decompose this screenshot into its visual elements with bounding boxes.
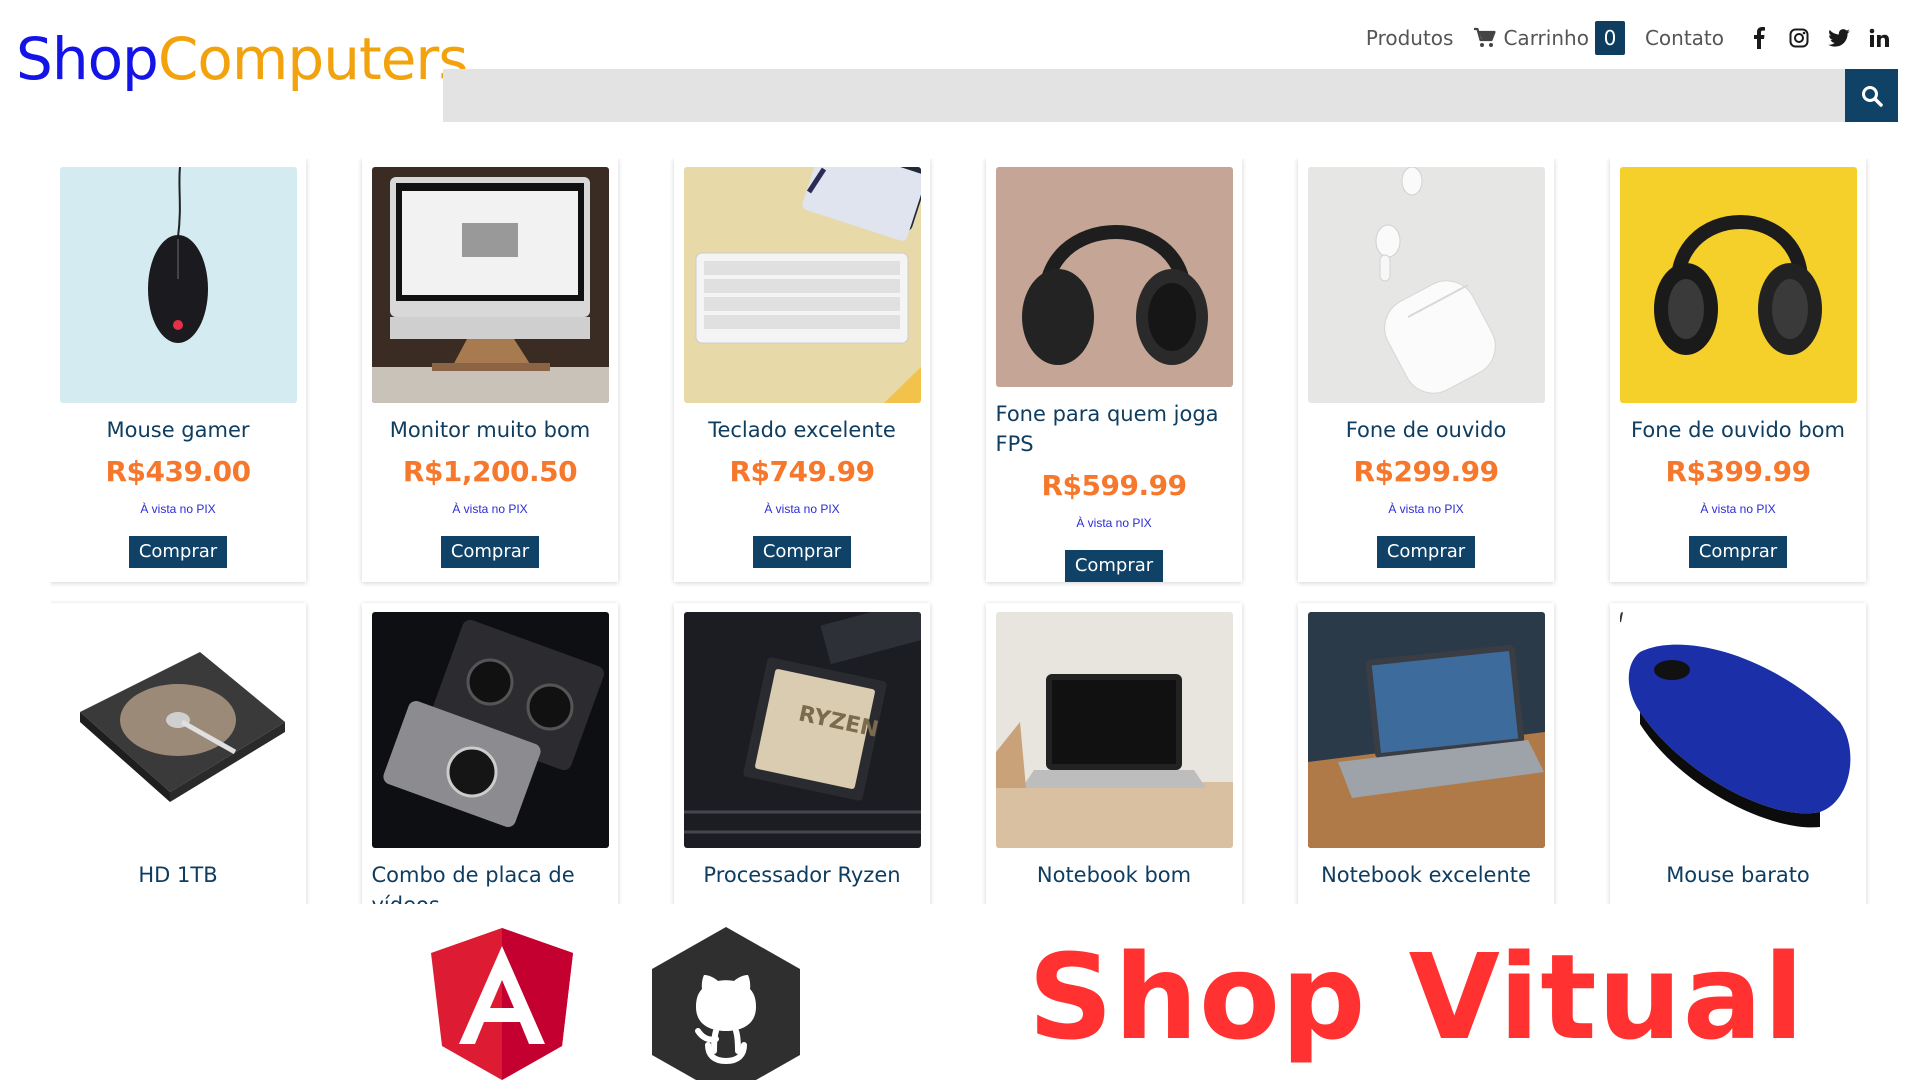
buy-button[interactable]: Comprar bbox=[1376, 536, 1476, 568]
product-price: R$749.99 bbox=[729, 455, 875, 488]
product-price: R$299.99 bbox=[1353, 455, 1499, 488]
product-card[interactable]: HD 1TB bbox=[50, 603, 306, 904]
product-name[interactable]: Monitor muito bom bbox=[372, 415, 609, 445]
linkedin-icon[interactable] bbox=[1868, 27, 1890, 49]
product-image[interactable] bbox=[683, 167, 921, 403]
product-image[interactable] bbox=[995, 167, 1233, 387]
search-icon bbox=[1861, 85, 1883, 107]
product-price: R$1,200.50 bbox=[402, 455, 578, 488]
product-price: R$439.00 bbox=[105, 455, 251, 488]
product-card[interactable]: Teclado excelente R$749.99 À vista no PI… bbox=[674, 158, 930, 582]
product-name[interactable]: Fone de ouvido bom bbox=[1620, 415, 1857, 445]
product-name[interactable]: Mouse barato bbox=[1620, 860, 1857, 890]
facebook-icon[interactable] bbox=[1748, 27, 1770, 49]
github-logo bbox=[652, 927, 800, 1080]
cart-label: Carrinho bbox=[1503, 26, 1589, 50]
product-image[interactable] bbox=[1619, 167, 1857, 403]
buy-button[interactable]: Comprar bbox=[1688, 536, 1788, 568]
logo-computers: Computers bbox=[157, 25, 469, 93]
product-image[interactable] bbox=[371, 167, 609, 403]
search-input[interactable] bbox=[443, 69, 1845, 122]
buy-button[interactable]: Comprar bbox=[440, 536, 540, 568]
product-price: R$599.99 bbox=[1041, 469, 1187, 502]
product-image[interactable] bbox=[1307, 612, 1545, 848]
product-name[interactable]: Fone para quem joga FPS bbox=[996, 399, 1233, 459]
product-name[interactable]: Combo de placa de vídeos bbox=[372, 860, 609, 904]
payment-note: À vista no PIX bbox=[764, 502, 840, 516]
product-card[interactable]: Notebook bom bbox=[986, 603, 1242, 904]
product-name[interactable]: Notebook excelente bbox=[1308, 860, 1545, 890]
product-name[interactable]: HD 1TB bbox=[60, 860, 297, 890]
product-name[interactable]: Processador Ryzen bbox=[684, 860, 921, 890]
angular-logo bbox=[431, 928, 573, 1080]
payment-note: À vista no PIX bbox=[140, 502, 216, 516]
product-card[interactable]: Notebook excelente bbox=[1298, 603, 1554, 904]
product-image[interactable] bbox=[59, 167, 297, 403]
product-card[interactable]: RYZEN Processador Ryzen bbox=[674, 603, 930, 904]
payment-note: À vista no PIX bbox=[452, 502, 528, 516]
page: ShopComputers Produtos Carrinho 0 Contat… bbox=[0, 0, 1920, 1080]
instagram-icon[interactable] bbox=[1788, 27, 1810, 49]
social-links bbox=[1748, 27, 1890, 49]
product-image[interactable] bbox=[1619, 612, 1857, 848]
search-bar bbox=[443, 69, 1898, 122]
product-card[interactable]: Monitor muito bom R$1,200.50 À vista no … bbox=[362, 158, 618, 582]
product-card[interactable]: Fone para quem joga FPS R$599.99 À vista… bbox=[986, 158, 1242, 582]
cart-count-badge: 0 bbox=[1594, 21, 1625, 55]
product-name[interactable]: Notebook bom bbox=[996, 860, 1233, 890]
payment-note: À vista no PIX bbox=[1388, 502, 1464, 516]
product-image[interactable] bbox=[995, 612, 1233, 848]
shop-banner-title: Shop Vitual bbox=[1028, 928, 1805, 1066]
nav-contact[interactable]: Contato bbox=[1645, 26, 1724, 50]
buy-button[interactable]: Comprar bbox=[752, 536, 852, 568]
product-card[interactable]: Combo de placa de vídeos bbox=[362, 603, 618, 904]
product-name[interactable]: Mouse gamer bbox=[60, 415, 297, 445]
payment-note: À vista no PIX bbox=[1076, 516, 1152, 530]
product-price: R$399.99 bbox=[1665, 455, 1811, 488]
buy-button[interactable]: Comprar bbox=[1064, 550, 1164, 582]
product-card[interactable]: Mouse barato bbox=[1610, 603, 1866, 904]
buy-button[interactable]: Comprar bbox=[128, 536, 228, 568]
product-grid: Mouse gamer R$439.00 À vista no PIX Comp… bbox=[50, 158, 1870, 904]
product-image[interactable]: RYZEN bbox=[683, 612, 921, 848]
search-button[interactable] bbox=[1845, 69, 1898, 122]
product-image[interactable] bbox=[1307, 167, 1545, 403]
logo-shop: Shop bbox=[16, 25, 159, 93]
product-card[interactable]: Fone de ouvido bom R$399.99 À vista no P… bbox=[1610, 158, 1866, 582]
product-name[interactable]: Teclado excelente bbox=[684, 415, 921, 445]
payment-note: À vista no PIX bbox=[1700, 502, 1776, 516]
top-nav: Produtos Carrinho 0 Contato bbox=[1366, 20, 1890, 56]
product-card[interactable]: Mouse gamer R$439.00 À vista no PIX Comp… bbox=[50, 158, 306, 582]
twitter-icon[interactable] bbox=[1828, 27, 1850, 49]
product-name[interactable]: Fone de ouvido bbox=[1308, 415, 1545, 445]
product-image[interactable] bbox=[371, 612, 609, 848]
cart-icon bbox=[1474, 27, 1497, 47]
site-logo[interactable]: ShopComputers bbox=[16, 25, 469, 93]
product-card[interactable]: Fone de ouvido R$299.99 À vista no PIX C… bbox=[1298, 158, 1554, 582]
nav-cart[interactable]: Carrinho 0 bbox=[1473, 21, 1625, 55]
product-image[interactable] bbox=[59, 612, 297, 848]
nav-products[interactable]: Produtos bbox=[1366, 26, 1454, 50]
